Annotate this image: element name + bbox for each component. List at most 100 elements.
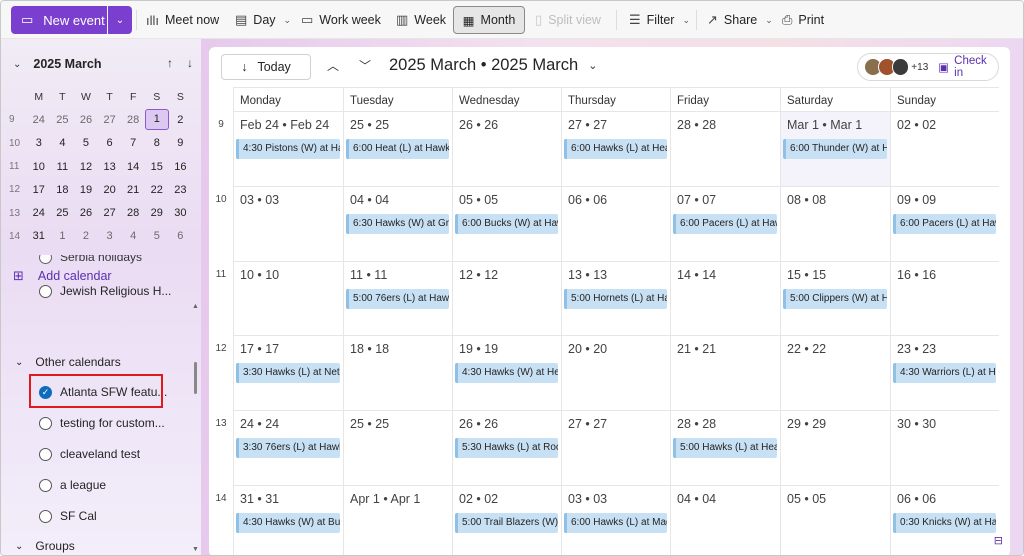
calendar-event[interactable]: 3:30 Hawks (L) at Nets <box>236 363 340 383</box>
day-view-button[interactable]: ▤ Day ⌄ <box>235 8 291 32</box>
chevron-down-icon[interactable]: ⌄ <box>13 59 21 70</box>
mini-calendar-day[interactable]: 13 <box>98 161 122 173</box>
day-cell[interactable]: 13 • 13 5:00 Hornets (L) at Hawks <box>561 261 670 336</box>
filter-button[interactable]: ☰ Filter ⌄ <box>629 8 690 32</box>
day-cell[interactable]: 27 • 27 6:00 Hawks (L) at Heat <box>561 111 670 186</box>
mini-calendar-day[interactable]: 28 <box>121 207 145 219</box>
new-event-dropdown[interactable]: ⌄ <box>108 6 132 34</box>
day-cell[interactable]: 23 • 23 4:30 Warriors (L) at Hawks <box>890 335 999 410</box>
calendar-event[interactable]: 4:30 Hawks (W) at Heat <box>455 363 558 383</box>
mini-calendar-day[interactable]: 29 <box>145 207 169 219</box>
calendar-event[interactable]: 6:00 Thunder (W) at Hawks <box>783 139 887 159</box>
calendar-event[interactable]: 0:30 Knicks (W) at Hawks <box>893 513 996 533</box>
scroll-up-icon[interactable]: ▲ <box>192 303 199 310</box>
month-view-button[interactable]: ▦ Month <box>453 6 525 34</box>
mini-calendar-day[interactable]: 1 <box>144 109 169 131</box>
day-cell[interactable]: 03 • 03 <box>233 186 343 261</box>
mini-calendar-day[interactable]: 19 <box>74 184 98 196</box>
calendar-event[interactable]: 4:30 Pistons (W) at Hawks <box>236 139 340 159</box>
calendar-event[interactable]: 6:00 Hawks (L) at Heat <box>564 139 667 159</box>
day-cell[interactable]: 16 • 16 <box>890 261 999 336</box>
calendar-event[interactable]: 5:00 Hornets (L) at Hawks <box>564 289 667 309</box>
day-cell[interactable]: 20 • 20 <box>561 335 670 410</box>
day-cell[interactable]: 02 • 02 <box>890 111 999 186</box>
day-cell[interactable]: 29 • 29 <box>780 410 890 485</box>
mini-calendar-day[interactable]: 4 <box>51 137 75 149</box>
mini-calendar-day[interactable]: 27 <box>98 207 122 219</box>
day-cell[interactable]: 12 • 12 <box>452 261 561 336</box>
calendar-item-testing[interactable]: testing for custom... <box>39 416 165 430</box>
day-cell[interactable]: 03 • 03 6:00 Hawks (L) at Magic <box>561 485 670 555</box>
mini-calendar-day[interactable]: 24 <box>27 207 51 219</box>
expand-icon[interactable]: ⊟ <box>994 534 1003 547</box>
arrow-up-icon[interactable]: ↑ <box>167 56 173 70</box>
day-cell[interactable]: 28 • 28 <box>670 111 780 186</box>
scroll-down-icon[interactable]: ▼ <box>192 546 199 553</box>
mini-calendar-day[interactable]: 24 <box>27 114 51 126</box>
radio-unchecked[interactable] <box>39 284 52 298</box>
day-cell[interactable]: Apr 1 • Apr 1 <box>343 485 452 555</box>
day-cell[interactable]: 17 • 17 3:30 Hawks (L) at Nets <box>233 335 343 410</box>
calendar-item-league[interactable]: a league <box>39 478 106 492</box>
mini-calendar-day[interactable]: 27 <box>98 114 122 126</box>
day-cell[interactable]: 26 • 26 5:30 Hawks (L) at Rockets <box>452 410 561 485</box>
day-cell[interactable]: 05 • 05 <box>780 485 890 555</box>
day-cell[interactable]: 10 • 10 <box>233 261 343 336</box>
arrow-down-icon[interactable]: ↓ <box>187 56 193 70</box>
day-cell[interactable]: 18 • 18 <box>343 335 452 410</box>
mini-calendar-day[interactable]: 12 <box>74 161 98 173</box>
mini-calendar-day[interactable]: 21 <box>121 184 145 196</box>
day-cell[interactable]: 26 • 26 <box>452 111 561 186</box>
mini-calendar-day[interactable]: 26 <box>74 114 98 126</box>
mini-calendar-day[interactable]: 30 <box>169 207 193 219</box>
mini-calendar-day[interactable]: 25 <box>51 207 75 219</box>
mini-calendar-day[interactable]: 14 <box>121 161 145 173</box>
day-cell[interactable]: 09 • 09 6:00 Pacers (L) at Hawks <box>890 186 999 261</box>
calendar-event[interactable]: 4:30 Hawks (W) at Bulls <box>236 513 340 533</box>
day-cell[interactable]: 21 • 21 <box>670 335 780 410</box>
radio-unchecked[interactable] <box>39 478 52 492</box>
mini-calendar-day[interactable]: 4 <box>121 230 145 242</box>
day-cell[interactable]: 24 • 24 3:30 76ers (L) at Hawks <box>233 410 343 485</box>
calendar-item-jewish[interactable]: Jewish Religious H... <box>39 284 171 298</box>
day-cell[interactable]: 27 • 27 <box>561 410 670 485</box>
mini-calendar-day[interactable]: 3 <box>27 137 51 149</box>
day-cell[interactable]: 25 • 25 <box>343 410 452 485</box>
calendar-event[interactable]: 6:30 Hawks (W) at Grizzlies <box>346 214 449 234</box>
mini-calendar-day[interactable]: 8 <box>145 137 169 149</box>
print-button[interactable]: ⎙ Print <box>782 8 824 32</box>
mini-calendar-day[interactable]: 17 <box>27 184 51 196</box>
mini-calendar-day[interactable]: 28 <box>121 114 145 126</box>
day-cell[interactable]: 22 • 22 <box>780 335 890 410</box>
day-cell[interactable]: 14 • 14 <box>670 261 780 336</box>
mini-calendar-day[interactable]: 31 <box>27 230 51 242</box>
day-cell[interactable]: 19 • 19 4:30 Hawks (W) at Heat <box>452 335 561 410</box>
mini-calendar-day[interactable]: 5 <box>145 230 169 242</box>
calendar-event[interactable]: 5:00 76ers (L) at Hawks <box>346 289 449 309</box>
radio-unchecked[interactable] <box>39 416 52 430</box>
share-button[interactable]: ↗ Share ⌄ <box>707 8 773 32</box>
checkin-pill[interactable]: +13 ▣ Check in <box>857 53 999 81</box>
day-cell[interactable]: 15 • 15 5:00 Clippers (W) at Hawks <box>780 261 890 336</box>
mini-calendar-day[interactable]: 2 <box>169 114 193 126</box>
radio-unchecked[interactable] <box>39 255 52 264</box>
other-calendars-group[interactable]: ⌄ Other calendars <box>15 355 121 369</box>
mini-calendar-day[interactable]: 10 <box>27 161 51 173</box>
mini-calendar-day[interactable]: 9 <box>169 137 193 149</box>
day-cell[interactable]: 31 • 31 4:30 Hawks (W) at Bulls <box>233 485 343 555</box>
mini-calendar-day[interactable]: 6 <box>98 137 122 149</box>
check-in-button[interactable]: ▣ Check in <box>938 55 998 79</box>
day-cell[interactable]: 05 • 05 6:00 Bucks (W) at Hawks <box>452 186 561 261</box>
calendar-item-sfcal[interactable]: SF Cal <box>39 509 97 523</box>
month-title[interactable]: 2025 March • 2025 March ⌄ <box>389 56 597 75</box>
calendar-event[interactable]: 5:00 Trail Blazers (W) at Hawks <box>455 513 558 533</box>
week-view-button[interactable]: ▥ Week <box>396 8 446 32</box>
calendar-item-cleaveland[interactable]: cleaveland test <box>39 447 140 461</box>
day-cell[interactable]: 06 • 06 0:30 Knicks (W) at Hawks <box>890 485 999 555</box>
calendar-event[interactable]: 6:00 Bucks (W) at Hawks <box>455 214 558 234</box>
day-cell[interactable]: Feb 24 • Feb 24 4:30 Pistons (W) at Hawks <box>233 111 343 186</box>
mini-calendar-day[interactable]: 2 <box>74 230 98 242</box>
split-view-button[interactable]: ▯ Split view <box>535 8 601 32</box>
mini-calendar-day[interactable]: 6 <box>169 230 193 242</box>
mini-calendar-day[interactable]: 7 <box>121 137 145 149</box>
